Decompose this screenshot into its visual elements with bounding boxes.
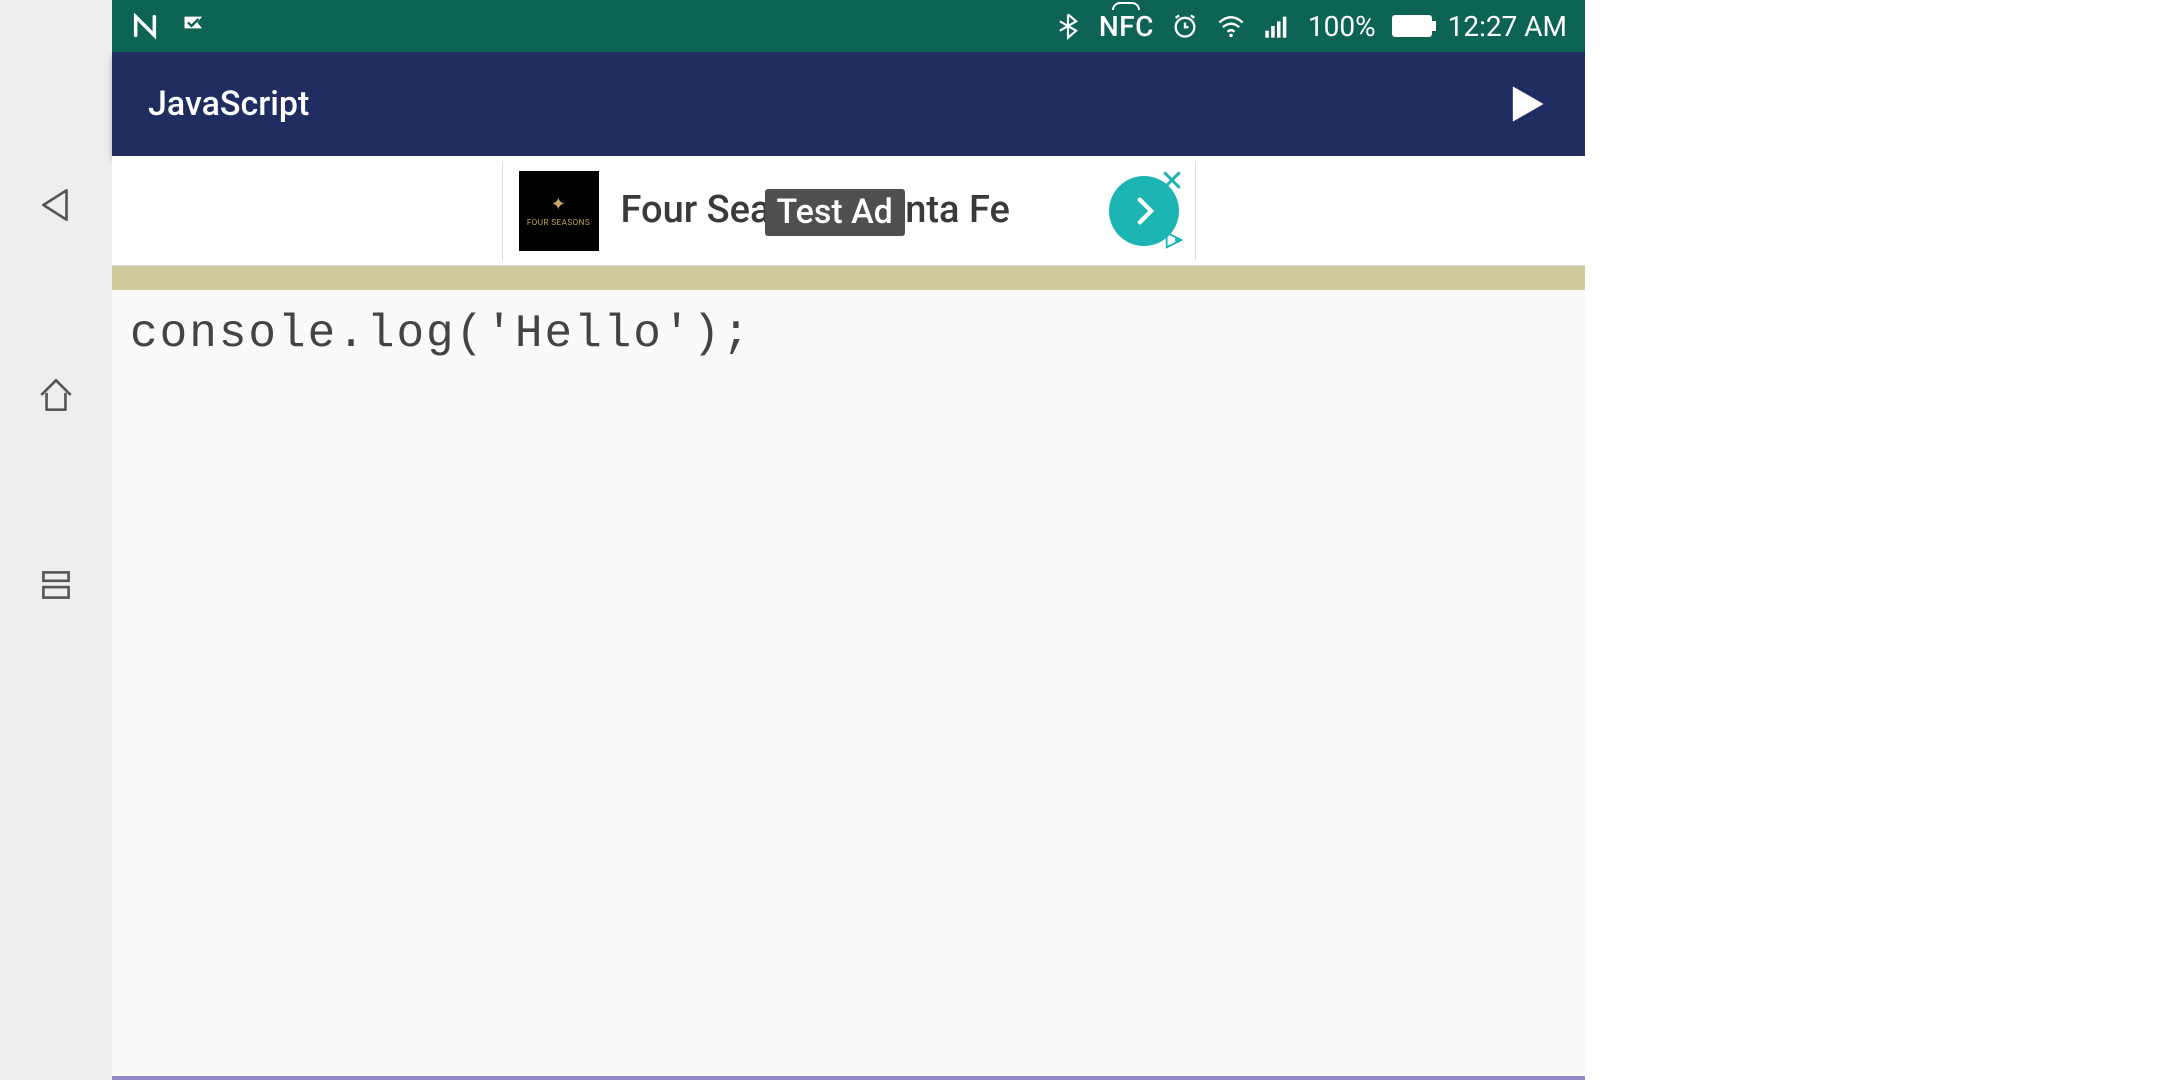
check-flag-icon (180, 11, 210, 41)
blank-region (1585, 0, 2160, 1080)
device-screen: NFC 100% 12:27 AM JavaScript ✦ FOUR SE (112, 0, 1585, 1080)
battery-icon (1392, 15, 1432, 37)
alarm-icon (1170, 11, 1200, 41)
recents-button[interactable] (31, 560, 81, 610)
chevron-right-icon (1127, 194, 1161, 228)
ad-info-icon[interactable] (1163, 229, 1185, 255)
clock: 12:27 AM (1448, 10, 1567, 43)
app-bar: JavaScript (112, 52, 1585, 156)
ad-badge: Test Ad (765, 189, 905, 236)
bluetooth-icon (1053, 11, 1083, 41)
battery-percent: 100% (1308, 10, 1376, 43)
app-title: JavaScript (148, 84, 309, 124)
code-editor[interactable]: console.log('Hello'); (112, 290, 1585, 1080)
back-button[interactable] (31, 180, 81, 230)
ad-headline: Four Seasons Santa Fe Test Ad (621, 189, 1010, 233)
android-status-bar: NFC 100% 12:27 AM (112, 0, 1585, 52)
separator-bar (112, 266, 1585, 290)
ad-close-button[interactable]: ✕ (1159, 167, 1184, 197)
wifi-icon (1216, 11, 1246, 41)
ad-unit[interactable]: ✦ FOUR SEASONS Four Seasons Santa Fe Tes… (502, 161, 1196, 261)
signal-icon (1262, 11, 1292, 41)
code-content: console.log('Hello'); (130, 308, 752, 360)
run-button[interactable] (1501, 79, 1551, 129)
android-nav-bar (0, 0, 112, 1080)
nfc-indicator: NFC (1099, 10, 1154, 43)
play-icon (1504, 82, 1548, 126)
home-button[interactable] (31, 370, 81, 420)
n-icon (130, 11, 160, 41)
ad-logo: ✦ FOUR SEASONS (519, 171, 599, 251)
ad-banner: ✦ FOUR SEASONS Four Seasons Santa Fe Tes… (112, 156, 1585, 266)
